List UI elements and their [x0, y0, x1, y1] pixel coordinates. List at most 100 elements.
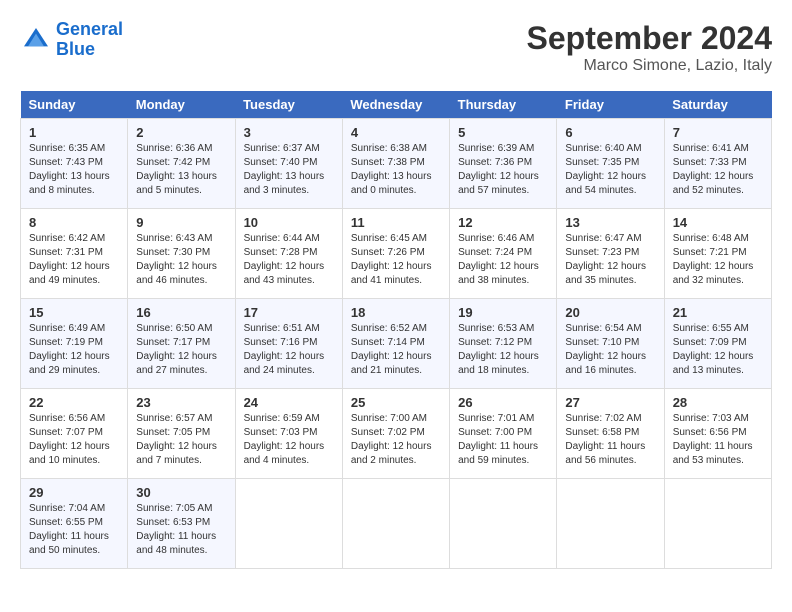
- calendar-cell: 30Sunrise: 7:05 AMSunset: 6:53 PMDayligh…: [128, 479, 235, 569]
- calendar-cell: 7 Sunrise: 6:41 AMSunset: 7:33 PMDaylight…: [664, 119, 771, 209]
- calendar-cell: 3 Sunrise: 6:37 AMSunset: 7:40 PMDaylight…: [235, 119, 342, 209]
- day-info: Sunrise: 6:57 AMSunset: 7:05 PMDaylight:…: [136, 412, 226, 468]
- day-number: 28: [673, 395, 763, 410]
- day-number: 30: [136, 485, 226, 500]
- logo: General Blue: [20, 20, 123, 60]
- day-info: Sunrise: 6:59 AMSunset: 7:03 PMDaylight:…: [244, 412, 334, 468]
- header-thursday: Thursday: [450, 91, 557, 119]
- calendar-cell: 11 Sunrise: 6:45 AMSunset: 7:26 PMDayligh…: [342, 209, 449, 299]
- calendar-cell: 20 Sunrise: 6:54 AMSunset: 7:10 PMDayligh…: [557, 299, 664, 389]
- calendar-cell: 18Sunrise: 6:52 AMSunset: 7:14 PMDayligh…: [342, 299, 449, 389]
- calendar-cell: 15 Sunrise: 6:49 AMSunset: 7:19 PMDayligh…: [21, 299, 128, 389]
- day-info: Sunrise: 6:45 AMSunset: 7:26 PMDaylight:…: [351, 232, 441, 288]
- day-info: Sunrise: 6:41 AMSunset: 7:33 PMDaylight:…: [673, 142, 763, 198]
- logo-text: General Blue: [56, 20, 123, 60]
- header-sunday: Sunday: [21, 91, 128, 119]
- header-friday: Friday: [557, 91, 664, 119]
- calendar-cell: 21 Sunrise: 6:55 AMSunset: 7:09 PMDayligh…: [664, 299, 771, 389]
- day-number: 25: [351, 395, 441, 410]
- day-number: 15: [29, 305, 119, 320]
- day-info: Sunrise: 6:39 AMSunset: 7:36 PMDaylight:…: [458, 142, 548, 198]
- calendar-cell: [450, 479, 557, 569]
- calendar-cell: 13 Sunrise: 6:47 AMSunset: 7:23 PMDayligh…: [557, 209, 664, 299]
- day-number: 12: [458, 215, 548, 230]
- week-row-5: 29 Sunrise: 7:04 AMSunset: 6:55 PMDayligh…: [21, 479, 772, 569]
- calendar-cell: 12 Sunrise: 6:46 AMSunset: 7:24 PMDayligh…: [450, 209, 557, 299]
- day-info: Sunrise: 6:49 AMSunset: 7:19 PMDaylight:…: [29, 322, 119, 378]
- day-info: Sunrise: 6:44 AMSunset: 7:28 PMDaylight:…: [244, 232, 334, 288]
- day-info: Sunrise: 6:54 AMSunset: 7:10 PMDaylight:…: [565, 322, 655, 378]
- week-row-2: 8 Sunrise: 6:42 AMSunset: 7:31 PMDaylight…: [21, 209, 772, 299]
- calendar-cell: 14Sunrise: 6:48 AMSunset: 7:21 PMDayligh…: [664, 209, 771, 299]
- logo-icon: [20, 24, 52, 56]
- day-info: Sunrise: 7:03 AMSunset: 6:56 PMDaylight:…: [673, 412, 763, 468]
- day-info: Sunrise: 6:35 AMSunset: 7:43 PMDaylight:…: [29, 142, 119, 198]
- day-number: 27: [565, 395, 655, 410]
- day-info: Sunrise: 6:42 AMSunset: 7:31 PMDaylight:…: [29, 232, 119, 288]
- day-info: Sunrise: 6:53 AMSunset: 7:12 PMDaylight:…: [458, 322, 548, 378]
- calendar-body: 1 Sunrise: 6:35 AMSunset: 7:43 PMDaylight…: [21, 119, 772, 569]
- day-number: 11: [351, 215, 441, 230]
- header-saturday: Saturday: [664, 91, 771, 119]
- calendar-cell: 9 Sunrise: 6:43 AMSunset: 7:30 PMDaylight…: [128, 209, 235, 299]
- calendar-cell: 2 Sunrise: 6:36 AMSunset: 7:42 PMDaylight…: [128, 119, 235, 209]
- day-info: Sunrise: 6:43 AMSunset: 7:30 PMDaylight:…: [136, 232, 226, 288]
- calendar-cell: 22Sunrise: 6:56 AMSunset: 7:07 PMDayligh…: [21, 389, 128, 479]
- day-number: 6: [565, 125, 655, 140]
- day-info: Sunrise: 6:55 AMSunset: 7:09 PMDaylight:…: [673, 322, 763, 378]
- day-info: Sunrise: 6:56 AMSunset: 7:07 PMDaylight:…: [29, 412, 119, 468]
- location-subtitle: Marco Simone, Lazio, Italy: [527, 57, 772, 75]
- day-number: 16: [136, 305, 226, 320]
- week-row-3: 15 Sunrise: 6:49 AMSunset: 7:19 PMDayligh…: [21, 299, 772, 389]
- page-header: General Blue September 2024 Marco Simone…: [20, 20, 772, 75]
- day-number: 1: [29, 125, 119, 140]
- day-number: 29: [29, 485, 119, 500]
- day-info: Sunrise: 6:50 AMSunset: 7:17 PMDaylight:…: [136, 322, 226, 378]
- day-number: 5: [458, 125, 548, 140]
- calendar-cell: 27 Sunrise: 7:02 AMSunset: 6:58 PMDayligh…: [557, 389, 664, 479]
- day-number: 10: [244, 215, 334, 230]
- calendar-cell: [342, 479, 449, 569]
- day-info: Sunrise: 6:40 AMSunset: 7:35 PMDaylight:…: [565, 142, 655, 198]
- calendar-cell: 26 Sunrise: 7:01 AMSunset: 7:00 PMDayligh…: [450, 389, 557, 479]
- day-info: Sunrise: 6:38 AMSunset: 7:38 PMDaylight:…: [351, 142, 441, 198]
- day-number: 2: [136, 125, 226, 140]
- calendar-cell: [557, 479, 664, 569]
- calendar-cell: 23Sunrise: 6:57 AMSunset: 7:05 PMDayligh…: [128, 389, 235, 479]
- day-info: Sunrise: 7:00 AMSunset: 7:02 PMDaylight:…: [351, 412, 441, 468]
- day-number: 7: [673, 125, 763, 140]
- calendar-cell: 8 Sunrise: 6:42 AMSunset: 7:31 PMDaylight…: [21, 209, 128, 299]
- calendar-cell: 17 Sunrise: 6:51 AMSunset: 7:16 PMDayligh…: [235, 299, 342, 389]
- day-number: 24: [244, 395, 334, 410]
- week-row-1: 1 Sunrise: 6:35 AMSunset: 7:43 PMDaylight…: [21, 119, 772, 209]
- calendar-cell: [235, 479, 342, 569]
- day-number: 17: [244, 305, 334, 320]
- day-number: 14: [673, 215, 763, 230]
- day-number: 26: [458, 395, 548, 410]
- day-number: 3: [244, 125, 334, 140]
- calendar-cell: 16 Sunrise: 6:50 AMSunset: 7:17 PMDayligh…: [128, 299, 235, 389]
- day-info: Sunrise: 6:37 AMSunset: 7:40 PMDaylight:…: [244, 142, 334, 198]
- day-info: Sunrise: 6:51 AMSunset: 7:16 PMDaylight:…: [244, 322, 334, 378]
- day-number: 8: [29, 215, 119, 230]
- calendar-cell: 5 Sunrise: 6:39 AMSunset: 7:36 PMDaylight…: [450, 119, 557, 209]
- calendar-cell: 25 Sunrise: 7:00 AMSunset: 7:02 PMDayligh…: [342, 389, 449, 479]
- day-info: Sunrise: 7:02 AMSunset: 6:58 PMDaylight:…: [565, 412, 655, 468]
- calendar-cell: [664, 479, 771, 569]
- calendar-header-row: SundayMondayTuesdayWednesdayThursdayFrid…: [21, 91, 772, 119]
- day-number: 13: [565, 215, 655, 230]
- day-info: Sunrise: 7:01 AMSunset: 7:00 PMDaylight:…: [458, 412, 548, 468]
- day-info: Sunrise: 6:36 AMSunset: 7:42 PMDaylight:…: [136, 142, 226, 198]
- calendar-table: SundayMondayTuesdayWednesdayThursdayFrid…: [20, 91, 772, 569]
- day-info: Sunrise: 6:52 AMSunset: 7:14 PMDaylight:…: [351, 322, 441, 378]
- day-number: 20: [565, 305, 655, 320]
- calendar-cell: 28 Sunrise: 7:03 AMSunset: 6:56 PMDayligh…: [664, 389, 771, 479]
- day-info: Sunrise: 6:47 AMSunset: 7:23 PMDaylight:…: [565, 232, 655, 288]
- day-number: 9: [136, 215, 226, 230]
- day-info: Sunrise: 7:04 AMSunset: 6:55 PMDaylight:…: [29, 502, 119, 558]
- day-number: 21: [673, 305, 763, 320]
- week-row-4: 22Sunrise: 6:56 AMSunset: 7:07 PMDayligh…: [21, 389, 772, 479]
- day-info: Sunrise: 6:46 AMSunset: 7:24 PMDaylight:…: [458, 232, 548, 288]
- month-title: September 2024: [527, 20, 772, 57]
- day-number: 19: [458, 305, 548, 320]
